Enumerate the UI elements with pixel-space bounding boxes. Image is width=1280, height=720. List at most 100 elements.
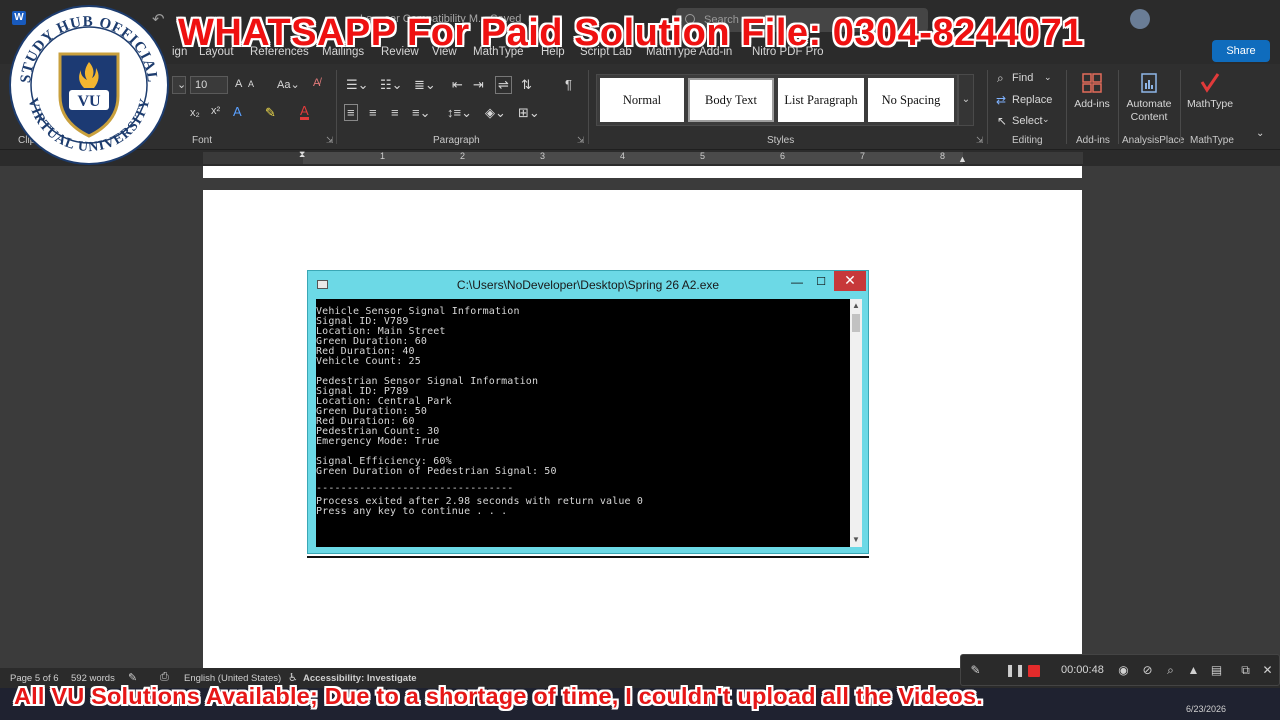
divider — [1180, 70, 1181, 144]
multilevel-list-icon[interactable]: ≣⌄ — [414, 77, 436, 93]
replace-icon: ⇄ — [996, 93, 1007, 107]
find-icon: ⌕ — [997, 71, 1004, 85]
taskbar-date: 6/23/2026 — [1186, 704, 1227, 714]
pause-icon[interactable]: ❚❚ — [1005, 664, 1025, 677]
bullets-icon[interactable]: ☰⌄ — [346, 77, 369, 93]
ribbon: Clip ⌄ 10 A A Aa⌄ A̸ x₂ x² A ✎ A Font ⇲ … — [0, 64, 1280, 150]
font-color-icon[interactable]: A — [300, 104, 309, 120]
scroll-up-icon: ▲ — [852, 301, 860, 310]
divider — [336, 70, 337, 144]
style-normal[interactable]: Normal — [600, 78, 684, 122]
paragraph-group-label: Paragraph — [433, 135, 480, 146]
find-button[interactable]: Find — [1012, 72, 1033, 84]
divider — [987, 70, 988, 144]
style-body-text[interactable]: Body Text — [688, 78, 774, 122]
console-output: Vehicle Sensor Signal Information Signal… — [316, 299, 850, 547]
edit-icon[interactable]: ⧉ — [1239, 664, 1252, 677]
align-right-icon[interactable]: ≡ — [391, 105, 399, 120]
previous-page-bottom — [203, 166, 1082, 178]
recording-time: 00:00:48 — [1061, 664, 1104, 676]
paragraph-launcher-icon[interactable]: ⇲ — [577, 135, 585, 146]
shading-icon[interactable]: ◈⌄ — [485, 105, 506, 121]
change-case-icon[interactable]: Aa⌄ — [277, 78, 300, 91]
align-center-icon[interactable]: ≡ — [369, 105, 377, 120]
font-name-dropdown[interactable]: ⌄ — [172, 76, 186, 94]
style-no-spacing[interactable]: No Spacing — [868, 78, 954, 122]
image-bottom-border — [307, 556, 869, 558]
text-effects-icon[interactable]: A — [233, 104, 242, 119]
share-button[interactable]: Share — [1212, 40, 1270, 62]
study-hub-logo: VU STUDY HUB OFFICIAL VIRTUAL UNIVERSITY — [9, 5, 169, 165]
pen-icon[interactable]: ✎ — [969, 664, 982, 677]
decrease-indent-icon[interactable]: ⇤ — [452, 77, 463, 93]
styles-gallery: Normal Body Text List Paragraph No Spaci… — [596, 74, 958, 126]
automate-label-1: Automate — [1126, 98, 1172, 110]
styles-launcher-icon[interactable]: ⇲ — [976, 135, 984, 146]
close-icon: ✕ — [834, 271, 866, 291]
shrink-font-icon[interactable]: A — [248, 79, 254, 89]
font-launcher-icon[interactable]: ⇲ — [326, 135, 334, 146]
console-window-image: C:\Users\NoDeveloper\Desktop\Spring 26 A… — [307, 270, 869, 554]
show-formatting-icon[interactable]: ¶ — [565, 77, 572, 92]
zoom-icon[interactable]: ⌕ — [1164, 664, 1177, 677]
increase-indent-icon[interactable]: ⇥ — [473, 77, 484, 93]
superscript-icon[interactable]: x² — [211, 105, 220, 117]
stop-icon[interactable] — [1028, 665, 1040, 677]
borders-icon[interactable]: ⊞⌄ — [518, 105, 540, 121]
text-direction-icon[interactable]: ⇌ — [495, 76, 512, 94]
clear-formatting-icon[interactable]: A̸ — [313, 77, 320, 89]
indent-marker-icon[interactable]: ⧗ — [299, 149, 305, 160]
justify-icon[interactable]: ≡⌄ — [412, 105, 430, 121]
ribbon-collapse-icon[interactable]: ⌄ — [1256, 128, 1264, 139]
select-icon: ↖ — [997, 114, 1008, 128]
select-button[interactable]: Select — [1012, 115, 1043, 127]
ruler-number: 1 — [380, 151, 386, 161]
font-size-value: 10 — [195, 79, 208, 91]
camera-icon[interactable]: ◉ — [1117, 664, 1130, 677]
console-line: Green Duration of Pedestrian Signal: 50 — [316, 466, 557, 477]
styles-more-button[interactable]: ⌄ — [958, 74, 974, 126]
automate-content-button[interactable]: Automate Content — [1122, 72, 1176, 124]
line-spacing-icon[interactable]: ↕≡⌄ — [447, 105, 472, 121]
align-left-icon[interactable]: ≡ — [344, 104, 358, 121]
ruler-number: 7 — [860, 151, 866, 161]
mathtype-icon — [1200, 73, 1220, 93]
grow-font-icon[interactable]: A — [235, 78, 242, 90]
minimize-icon: — — [791, 275, 803, 289]
screen-recorder-toolbar: ✎ ❚❚ 00:00:48 ◉ ⊘ ⌕ ▲ ▤ ⧉ ✕ — [960, 654, 1280, 686]
console-line: Emergency Mode: True — [316, 436, 440, 447]
mathtype-label: MathType — [1186, 98, 1234, 110]
divider — [1066, 70, 1067, 144]
replace-button[interactable]: Replace — [1012, 94, 1052, 106]
highlight-pointer-icon[interactable]: ▲ — [1187, 664, 1200, 677]
highlight-icon[interactable]: ✎ — [265, 105, 276, 121]
numbering-icon[interactable]: ☷⌄ — [380, 77, 403, 93]
addins-group-label: Add-ins — [1076, 135, 1110, 146]
add-ins-label: Add-ins — [1074, 98, 1110, 110]
console-scrollbar: ▲ ▼ — [850, 299, 862, 547]
sort-icon[interactable]: ⇅ — [521, 77, 532, 93]
automate-label-2: Content — [1130, 111, 1168, 123]
mathtype-group-label: MathType — [1190, 135, 1234, 146]
add-ins-button[interactable]: Add-ins — [1070, 72, 1114, 111]
right-indent-marker-icon[interactable]: ▲ — [958, 154, 967, 164]
font-group-label: Font — [192, 135, 213, 146]
mathtype-button[interactable]: MathType — [1184, 72, 1236, 111]
avatar[interactable] — [1130, 9, 1150, 29]
comment-icon[interactable]: ▤ — [1210, 664, 1223, 677]
mute-icon[interactable]: ⊘ — [1141, 664, 1154, 677]
style-list-paragraph[interactable]: List Paragraph — [778, 78, 864, 122]
ruler-number: 3 — [540, 151, 546, 161]
close-icon[interactable]: ✕ — [1261, 664, 1274, 677]
divider — [1118, 70, 1119, 144]
subscript-icon[interactable]: x₂ — [190, 107, 200, 119]
scroll-thumb — [852, 314, 860, 332]
automate-content-icon — [1141, 73, 1157, 93]
horizontal-ruler[interactable]: 1 2 3 4 5 6 7 8 ⧗ ▲ — [203, 149, 1083, 164]
font-size-dropdown[interactable]: 10 — [190, 76, 228, 94]
ruler-number: 2 — [460, 151, 466, 161]
add-ins-icon — [1082, 73, 1102, 93]
chevron-down-icon[interactable]: ⌄ — [1044, 72, 1052, 83]
whatsapp-banner: WHATSAPP For Paid Solution File: 0304-82… — [178, 12, 1084, 54]
chevron-down-icon[interactable]: ⌄ — [1042, 114, 1050, 125]
